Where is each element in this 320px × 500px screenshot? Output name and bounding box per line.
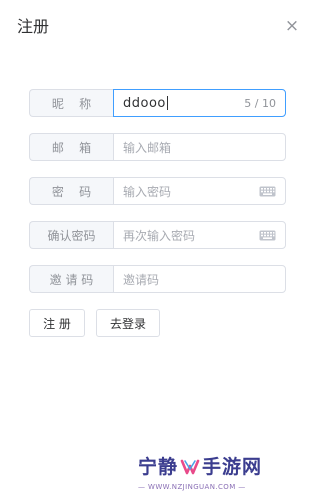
watermark-text-left: 宁静 bbox=[138, 456, 179, 478]
register-form: 昵 称 ddooo 5 / 10 邮 箱 输入邮箱 密 码 输入密码 确认密码 … bbox=[29, 89, 286, 337]
email-label: 邮 箱 bbox=[29, 133, 113, 161]
password-label: 密 码 bbox=[29, 177, 113, 205]
email-input[interactable]: 输入邮箱 bbox=[113, 133, 286, 161]
watermark-url: — WWW.NZJINGUAN.COM — bbox=[138, 483, 246, 491]
register-button[interactable]: 注 册 bbox=[29, 309, 85, 337]
dialog-title: 注册 bbox=[17, 17, 50, 36]
site-watermark: 宁静 手游网 — WWW.NZJINGUAN.COM — bbox=[138, 455, 308, 497]
form-buttons: 注 册 去登录 bbox=[29, 309, 286, 337]
confirm-password-row: 确认密码 再次输入密码 bbox=[29, 221, 286, 249]
email-placeholder: 输入邮箱 bbox=[123, 140, 172, 155]
watermark-brand: 宁静 手游网 bbox=[138, 455, 262, 479]
keyboard-icon[interactable] bbox=[259, 186, 276, 197]
nickname-row: 昵 称 ddooo 5 / 10 bbox=[29, 89, 286, 117]
nickname-value: ddooo bbox=[123, 95, 166, 111]
confirm-password-placeholder: 再次输入密码 bbox=[123, 228, 196, 243]
password-placeholder: 输入密码 bbox=[123, 184, 172, 199]
password-row: 密 码 输入密码 bbox=[29, 177, 286, 205]
email-row: 邮 箱 输入邮箱 bbox=[29, 133, 286, 161]
invite-code-label: 邀 请 码 bbox=[29, 265, 113, 293]
watermark-logo-icon bbox=[180, 459, 200, 475]
invite-code-input[interactable]: 邀请码 bbox=[113, 265, 286, 293]
password-input[interactable]: 输入密码 bbox=[113, 177, 286, 205]
nickname-input[interactable]: ddooo 5 / 10 bbox=[113, 89, 286, 117]
keyboard-icon[interactable] bbox=[259, 230, 276, 241]
char-counter: 5 / 10 bbox=[244, 96, 276, 110]
nickname-label: 昵 称 bbox=[29, 89, 113, 117]
confirm-password-input[interactable]: 再次输入密码 bbox=[113, 221, 286, 249]
watermark-text-right: 手游网 bbox=[202, 456, 263, 478]
close-icon[interactable]: × bbox=[284, 17, 300, 35]
invite-code-placeholder: 邀请码 bbox=[123, 272, 160, 287]
invite-code-row: 邀 请 码 邀请码 bbox=[29, 265, 286, 293]
confirm-password-label: 确认密码 bbox=[29, 221, 113, 249]
go-login-button[interactable]: 去登录 bbox=[96, 309, 160, 337]
text-caret bbox=[166, 96, 168, 110]
